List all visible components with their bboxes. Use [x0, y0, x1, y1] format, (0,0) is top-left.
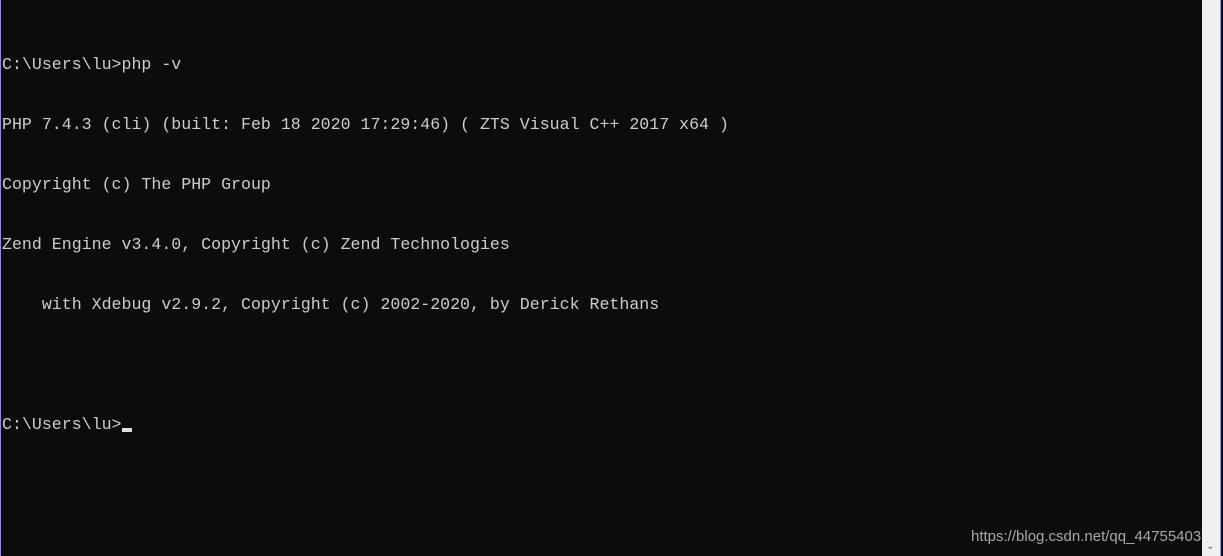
- console-line: PHP 7.4.3 (cli) (built: Feb 18 2020 17:2…: [2, 115, 729, 134]
- console-line: Zend Engine v3.4.0, Copyright (c) Zend T…: [2, 235, 510, 254]
- vertical-scrollbar[interactable]: ⌄: [1202, 0, 1220, 556]
- console-window: C:\Users\lu>php -v PHP 7.4.3 (cli) (buil…: [0, 0, 1221, 556]
- scroll-down-arrow-icon[interactable]: ⌄: [1206, 541, 1214, 552]
- console-line: with Xdebug v2.9.2, Copyright (c) 2002-2…: [2, 295, 660, 314]
- console-line: C:\Users\lu>php -v: [2, 55, 182, 74]
- text-cursor: [121, 428, 132, 432]
- console-line: Copyright (c) The PHP Group: [2, 175, 271, 194]
- console-output[interactable]: C:\Users\lu>php -v PHP 7.4.3 (cli) (buil…: [2, 15, 1200, 475]
- watermark: https://blog.csdn.net/qq_44755403: [971, 528, 1202, 545]
- prompt: C:\Users\lu>: [2, 415, 122, 434]
- prompt-line[interactable]: C:\Users\lu>: [2, 415, 1200, 435]
